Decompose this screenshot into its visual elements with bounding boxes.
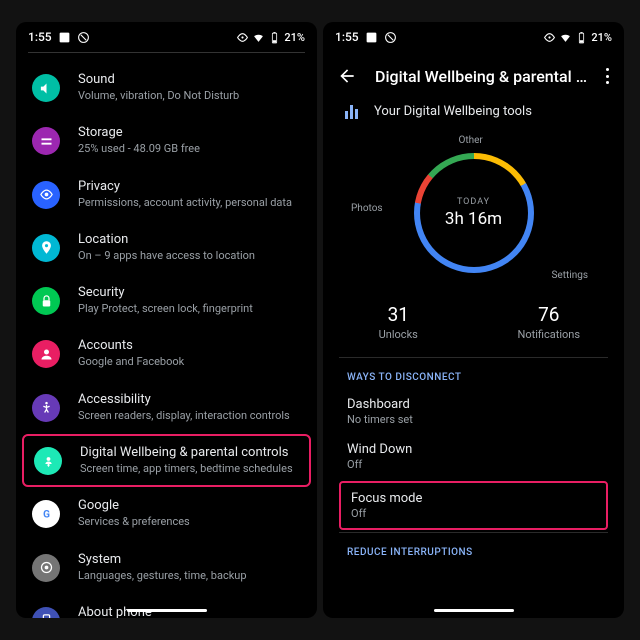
setting-subtitle: Services & preferences bbox=[78, 515, 301, 529]
setting-subtitle: Permissions, account activity, personal … bbox=[78, 196, 301, 210]
setting-icon: G bbox=[32, 500, 60, 528]
stats-row: 31 Unlocks 76 Notifications bbox=[323, 293, 624, 357]
setting-title: Storage bbox=[78, 125, 301, 140]
clock: 1:55 bbox=[28, 30, 52, 44]
status-bar: 1:55 21% bbox=[323, 22, 624, 52]
battery-icon bbox=[268, 31, 281, 44]
wifi-icon bbox=[559, 31, 572, 44]
setting-storage[interactable]: Storage 25% used - 48.09 GB free bbox=[16, 114, 317, 167]
setting-icon bbox=[32, 181, 60, 209]
tools-title: Your Digital Wellbeing tools bbox=[374, 104, 532, 119]
settings-list: Sound Volume, vibration, Do Not Disturb St… bbox=[16, 53, 317, 618]
section-reduce-interruptions: REDUCE INTERRUPTIONS bbox=[323, 533, 624, 564]
image-icon bbox=[365, 31, 378, 44]
setting-subtitle: Play Protect, screen lock, fingerprint bbox=[78, 302, 301, 316]
setting-google[interactable]: G Google Services & preferences bbox=[16, 487, 317, 540]
option-title: Dashboard bbox=[347, 397, 600, 412]
usage-ring[interactable]: Other Photos Settings TODAY 3h 16m bbox=[323, 133, 624, 293]
ring-today: TODAY bbox=[445, 197, 502, 207]
back-button[interactable] bbox=[337, 66, 357, 86]
setting-title: Google bbox=[78, 498, 301, 513]
setting-title: Security bbox=[78, 285, 301, 300]
ring-label-photos: Photos bbox=[351, 203, 383, 214]
stat-notifications[interactable]: 76 Notifications bbox=[474, 303, 625, 341]
wellbeing-screen: 1:55 21% Digital Wellbeing & parental c…… bbox=[323, 22, 624, 618]
setting-icon bbox=[32, 234, 60, 262]
option-subtitle: No timers set bbox=[347, 413, 600, 426]
stat-label: Notifications bbox=[474, 328, 625, 341]
setting-icon bbox=[32, 340, 60, 368]
setting-subtitle: Google and Facebook bbox=[78, 355, 301, 369]
ring-time: 3h 16m bbox=[445, 209, 502, 229]
section-ways-to-disconnect: WAYS TO DISCONNECT bbox=[323, 358, 624, 389]
overflow-menu[interactable] bbox=[606, 68, 610, 84]
image-icon bbox=[58, 31, 71, 44]
setting-icon bbox=[32, 287, 60, 315]
setting-icon bbox=[32, 74, 60, 102]
setting-title: Sound bbox=[78, 72, 301, 87]
status-bar: 1:55 21% bbox=[16, 22, 317, 52]
setting-subtitle: Screen time, app timers, bedtime schedul… bbox=[80, 462, 299, 476]
setting-icon bbox=[32, 394, 60, 422]
setting-system[interactable]: System Languages, gestures, time, backup bbox=[16, 541, 317, 594]
stat-num: 76 bbox=[474, 303, 625, 326]
option-subtitle: Off bbox=[347, 458, 600, 471]
setting-title: Privacy bbox=[78, 179, 301, 194]
tools-header: Your Digital Wellbeing tools bbox=[323, 96, 624, 133]
setting-title: Location bbox=[78, 232, 301, 247]
setting-title: Accessibility bbox=[78, 392, 301, 407]
nav-bar[interactable] bbox=[127, 609, 207, 612]
eye-icon bbox=[543, 31, 556, 44]
ring-label-settings: Settings bbox=[551, 270, 588, 281]
setting-subtitle: 25% used - 48.09 GB free bbox=[78, 142, 301, 156]
option-dashboard[interactable]: DashboardNo timers set bbox=[323, 389, 624, 434]
page-title: Digital Wellbeing & parental c… bbox=[375, 67, 588, 86]
dnd-icon bbox=[77, 31, 90, 44]
setting-icon bbox=[32, 607, 60, 618]
option-subtitle: Off bbox=[351, 507, 596, 520]
setting-title: Digital Wellbeing & parental controls bbox=[80, 445, 299, 460]
setting-sound[interactable]: Sound Volume, vibration, Do Not Disturb bbox=[16, 61, 317, 114]
setting-security[interactable]: Security Play Protect, screen lock, finge… bbox=[16, 274, 317, 327]
setting-icon bbox=[32, 127, 60, 155]
stat-unlocks[interactable]: 31 Unlocks bbox=[323, 303, 474, 341]
setting-digital-wellbeing-parental-controls[interactable]: Digital Wellbeing & parental controls Scr… bbox=[22, 434, 311, 487]
wifi-icon bbox=[252, 31, 265, 44]
setting-title: Accounts bbox=[78, 338, 301, 353]
svg-text:G: G bbox=[43, 510, 50, 521]
stat-num: 31 bbox=[323, 303, 474, 326]
setting-subtitle: Languages, gestures, time, backup bbox=[78, 569, 301, 583]
setting-icon bbox=[34, 447, 62, 475]
battery-icon bbox=[575, 31, 588, 44]
setting-location[interactable]: Location On – 9 apps have access to locat… bbox=[16, 221, 317, 274]
dnd-icon bbox=[384, 31, 397, 44]
option-title: Wind Down bbox=[347, 442, 600, 457]
setting-privacy[interactable]: Privacy Permissions, account activity, pe… bbox=[16, 168, 317, 221]
option-title: Focus mode bbox=[351, 491, 596, 506]
setting-subtitle: Volume, vibration, Do Not Disturb bbox=[78, 89, 301, 103]
option-wind-down[interactable]: Wind DownOff bbox=[323, 434, 624, 479]
battery-text: 21% bbox=[284, 31, 305, 44]
bars-icon bbox=[345, 105, 358, 119]
setting-subtitle: Screen readers, display, interaction con… bbox=[78, 409, 301, 423]
setting-accessibility[interactable]: Accessibility Screen readers, display, in… bbox=[16, 381, 317, 434]
setting-about-phone[interactable]: About phonePixel 3 XL bbox=[16, 594, 317, 618]
setting-subtitle: On – 9 apps have access to location bbox=[78, 249, 301, 263]
page-header: Digital Wellbeing & parental c… bbox=[323, 52, 624, 96]
setting-icon bbox=[32, 554, 60, 582]
nav-bar[interactable] bbox=[434, 609, 514, 612]
clock: 1:55 bbox=[335, 30, 359, 44]
stat-label: Unlocks bbox=[323, 328, 474, 341]
option-focus-mode[interactable]: Focus modeOff bbox=[339, 481, 608, 530]
settings-screen: 1:55 21% Sound Volume, vibration, Do Not … bbox=[16, 22, 317, 618]
ring-label-other: Other bbox=[458, 135, 482, 146]
options-list: DashboardNo timers setWind DownOffFocus … bbox=[323, 389, 624, 530]
eye-icon bbox=[236, 31, 249, 44]
battery-text: 21% bbox=[591, 31, 612, 44]
setting-accounts[interactable]: Accounts Google and Facebook bbox=[16, 327, 317, 380]
setting-title: System bbox=[78, 552, 301, 567]
